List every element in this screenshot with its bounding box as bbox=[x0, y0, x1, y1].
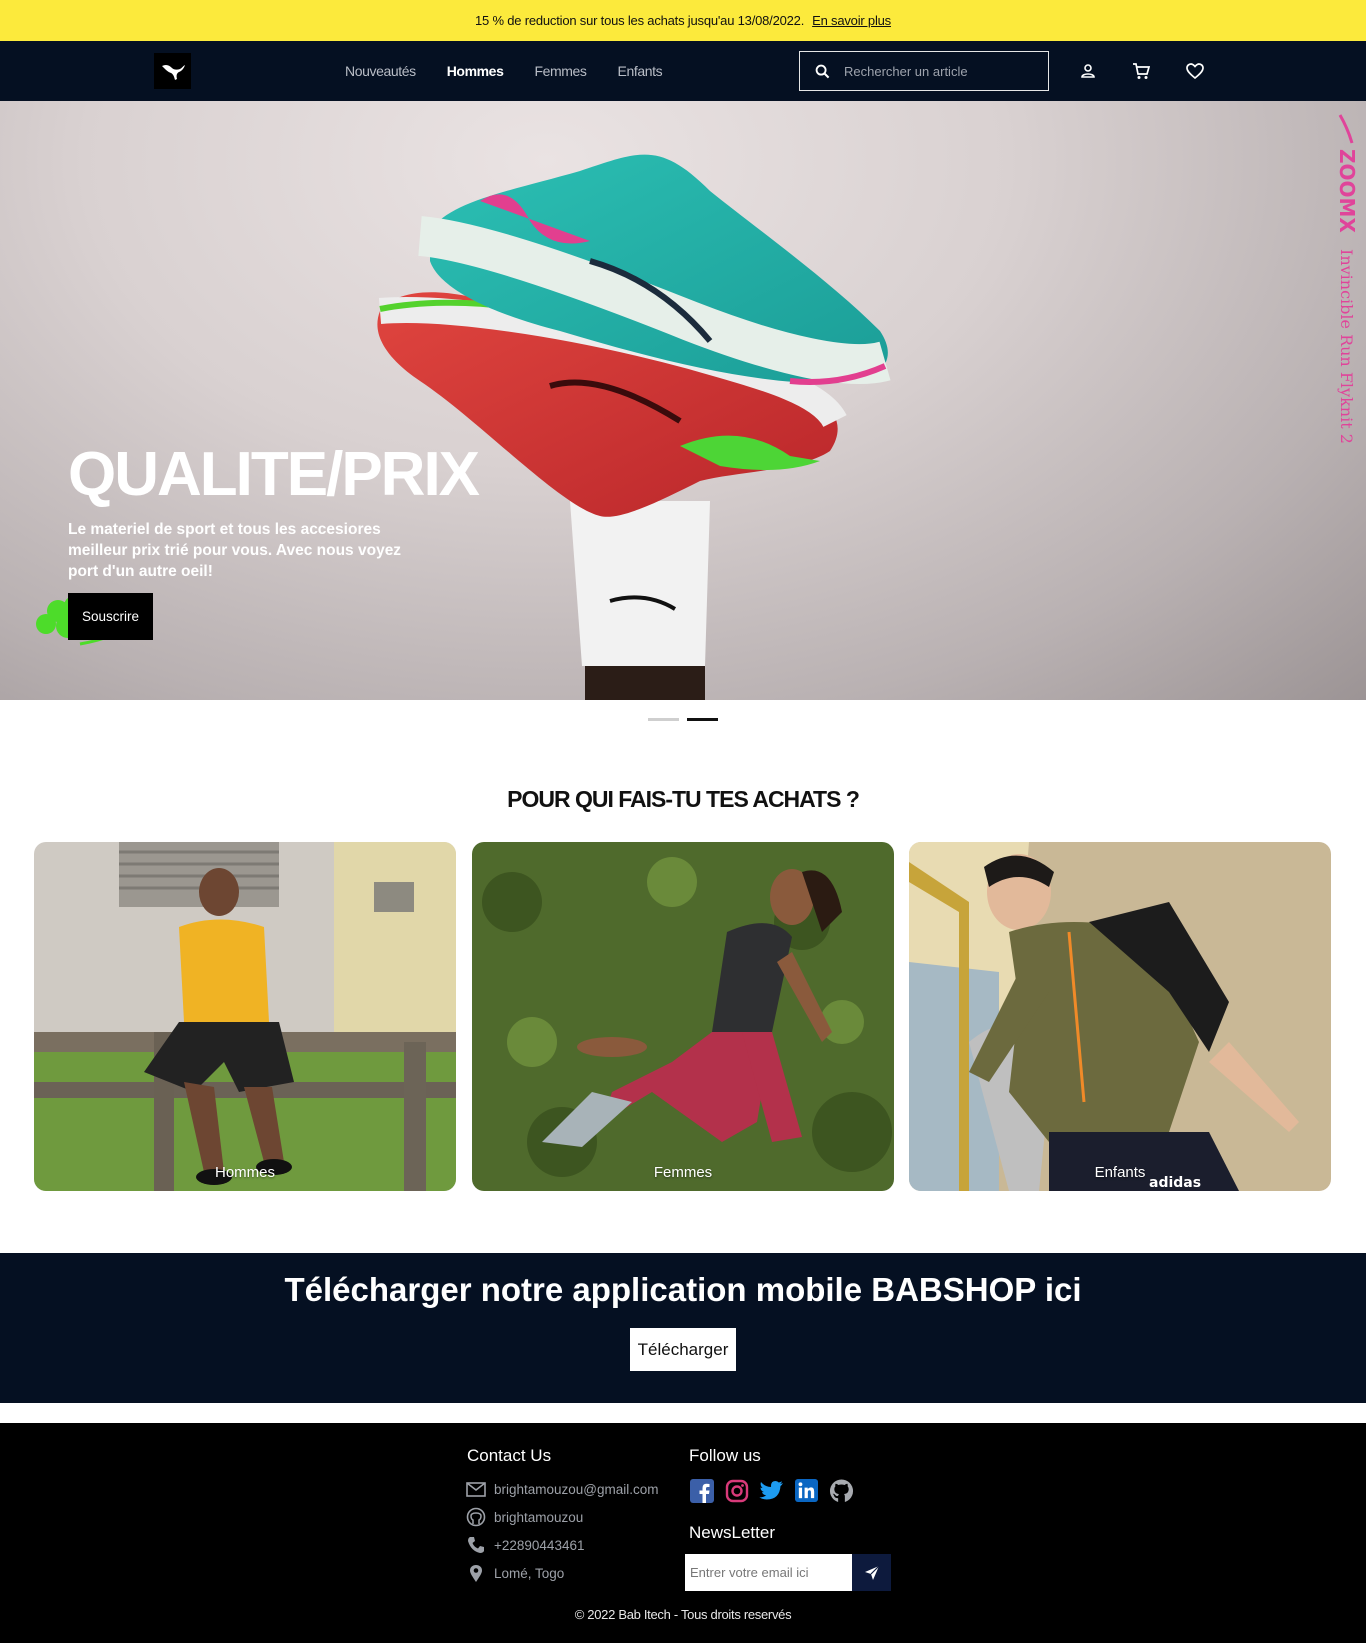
copyright: © 2022 Bab Itech - Tous droits reservés bbox=[574, 1607, 792, 1622]
subscribe-button[interactable]: Souscrire bbox=[68, 593, 153, 640]
category-card-hommes[interactable]: Hommes bbox=[34, 842, 456, 1191]
nav-link-nouveautes[interactable]: Nouveautés bbox=[345, 63, 416, 79]
mail-icon bbox=[466, 1479, 486, 1499]
promo-text: 15 % de reduction sur tous les achats ju… bbox=[475, 13, 805, 28]
hero-banner: ZOOMX Invincible Run Flyknit 2 QUALITE/P… bbox=[0, 101, 1366, 700]
github-small-icon bbox=[466, 1507, 486, 1527]
download-button[interactable]: Télécharger bbox=[630, 1328, 736, 1371]
hero-title: QUALITE/PRIX bbox=[68, 440, 480, 509]
linkedin-icon[interactable] bbox=[794, 1478, 819, 1503]
phone-icon bbox=[466, 1535, 486, 1555]
location-pin-icon bbox=[466, 1563, 486, 1583]
section-title: POUR QUI FAIS-TU TES ACHATS ? bbox=[507, 786, 860, 812]
search-box[interactable] bbox=[799, 51, 1049, 91]
carousel-dot-1[interactable] bbox=[648, 718, 679, 721]
contact-email[interactable]: brightamouzou@gmail.com bbox=[494, 1482, 659, 1497]
hommes-photo bbox=[34, 842, 456, 1191]
enfants-photo: adidas bbox=[909, 842, 1331, 1191]
contact-phone[interactable]: +22890443461 bbox=[494, 1538, 584, 1553]
hero-description: Le materiel de sport et tous les accesio… bbox=[68, 521, 402, 580]
category-label-femmes: Femmes bbox=[653, 1164, 713, 1181]
follow-title: Follow us bbox=[689, 1446, 761, 1465]
brand-logo[interactable] bbox=[154, 53, 191, 89]
zoomx-vertical-brand: ZOOMX Invincible Run Flyknit 2 bbox=[1335, 114, 1356, 444]
vertical-brand-text: ZOOMX bbox=[1335, 149, 1356, 233]
facebook-icon[interactable] bbox=[689, 1478, 714, 1503]
contact-phone-row[interactable]: +22890443461 bbox=[466, 1535, 584, 1555]
search-input[interactable] bbox=[844, 63, 1034, 79]
hero-shoes-image bbox=[377, 154, 891, 700]
contact-github[interactable]: brightamouzou bbox=[494, 1510, 583, 1525]
user-icon[interactable] bbox=[1074, 57, 1102, 85]
category-card-femmes[interactable]: Femmes bbox=[472, 842, 894, 1191]
search-icon[interactable] bbox=[800, 64, 844, 79]
navbar: Nouveautés Hommes Femmes Enfants bbox=[0, 41, 1366, 101]
category-label-hommes: Hommes bbox=[214, 1164, 275, 1181]
promo-bar: 15 % de reduction sur tous les achats ju… bbox=[0, 0, 1366, 41]
vertical-product-text: Invincible Run Flyknit 2 bbox=[1337, 249, 1356, 444]
cart-icon[interactable] bbox=[1127, 57, 1155, 85]
promo-learn-more-link[interactable]: En savoir plus bbox=[812, 13, 891, 28]
app-download-title: Télécharger notre application mobile BAB… bbox=[284, 1271, 1082, 1308]
main-nav: Nouveautés Hommes Femmes Enfants bbox=[345, 41, 693, 101]
nav-link-hommes[interactable]: Hommes bbox=[447, 63, 504, 79]
app-download-banner: Télécharger notre application mobile BAB… bbox=[0, 1253, 1366, 1403]
contact-title: Contact Us bbox=[467, 1446, 552, 1465]
contact-email-row[interactable]: brightamouzou@gmail.com bbox=[466, 1479, 659, 1499]
category-label-enfants: Enfants bbox=[1094, 1164, 1146, 1181]
contact-location-row: Lomé, Togo bbox=[466, 1563, 564, 1583]
heart-icon[interactable] bbox=[1181, 57, 1209, 85]
category-card-enfants[interactable]: adidas Enfants bbox=[909, 842, 1331, 1191]
instagram-icon[interactable] bbox=[724, 1478, 749, 1503]
nav-link-femmes[interactable]: Femmes bbox=[534, 63, 586, 79]
send-icon bbox=[864, 1565, 879, 1580]
newsletter-title: NewsLetter bbox=[689, 1523, 775, 1542]
newsletter-email-input[interactable] bbox=[685, 1554, 852, 1591]
puma-logo-icon bbox=[161, 64, 185, 80]
carousel-dot-2[interactable] bbox=[687, 718, 718, 721]
social-links bbox=[689, 1478, 854, 1503]
nav-link-enfants[interactable]: Enfants bbox=[618, 63, 663, 79]
twitter-icon[interactable] bbox=[759, 1478, 784, 1503]
newsletter-send-button[interactable] bbox=[852, 1554, 891, 1591]
carousel-indicators bbox=[0, 718, 1366, 721]
github-icon[interactable] bbox=[829, 1478, 854, 1503]
contact-location: Lomé, Togo bbox=[494, 1565, 565, 1581]
femmes-photo bbox=[472, 842, 894, 1191]
newsletter-form bbox=[685, 1554, 891, 1591]
contact-github-row[interactable]: brightamouzou bbox=[466, 1507, 583, 1527]
